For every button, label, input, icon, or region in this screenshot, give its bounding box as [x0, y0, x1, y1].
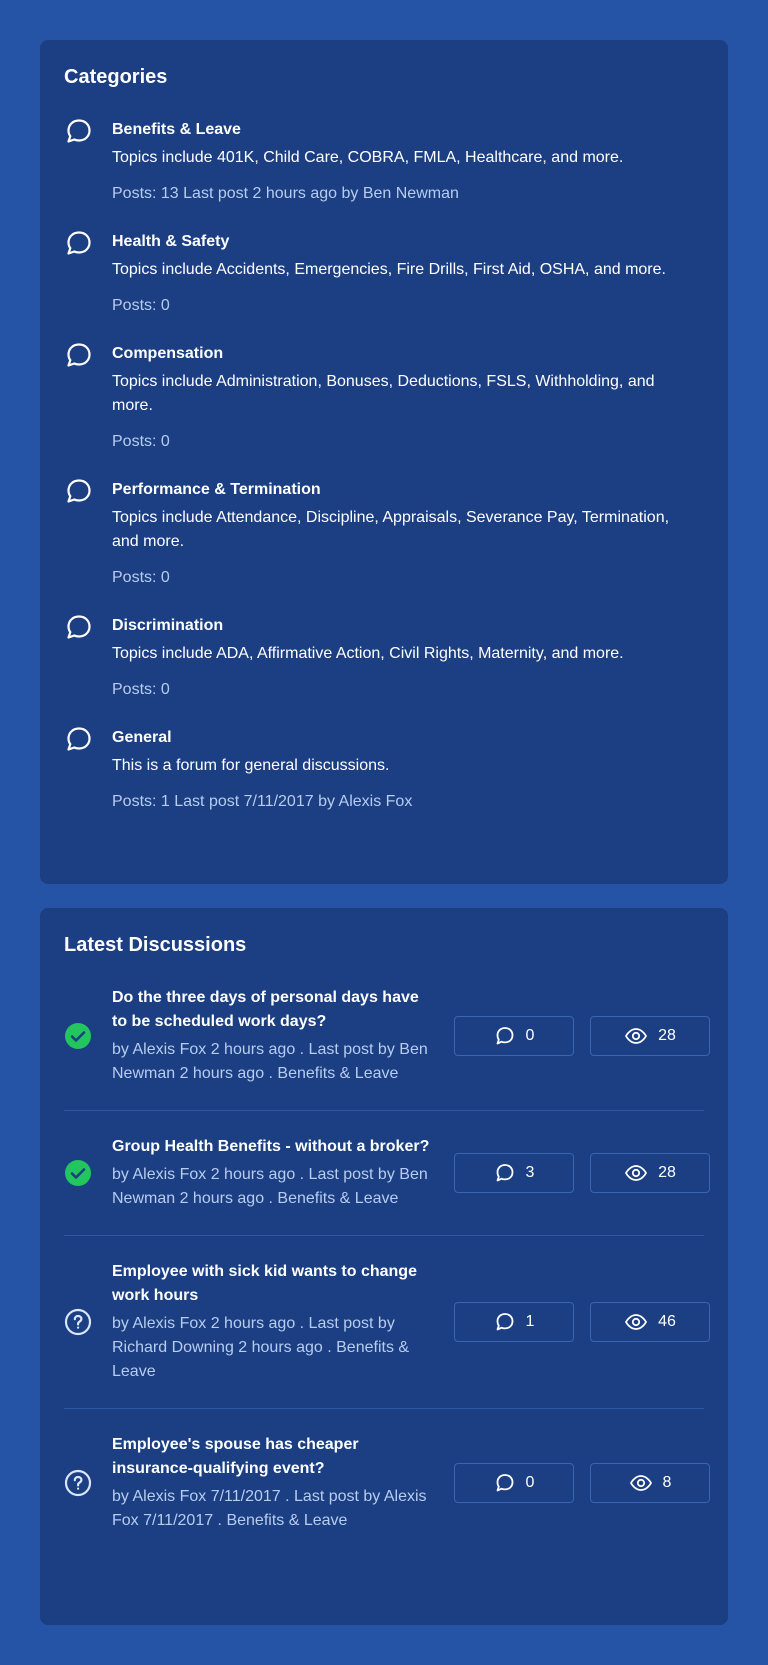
comment-icon — [496, 1313, 513, 1331]
category-list: Benefits & Leave Topics include 401K, Ch… — [64, 118, 704, 814]
category-name[interactable]: Health & Safety — [112, 230, 704, 254]
question-circle-icon — [64, 1308, 92, 1336]
category-description: Topics include 401K, Child Care, COBRA, … — [112, 149, 624, 166]
eye-icon — [629, 1475, 652, 1491]
category-meta: Posts: 0 — [112, 681, 170, 698]
categories-panel: Categories Benefits & Leave Topics inclu… — [40, 40, 728, 884]
category-description: This is a forum for general discussions. — [112, 757, 390, 774]
latest-discussions-panel: Latest Discussions Do the three days of … — [40, 908, 728, 1625]
chat-bubble-icon — [67, 231, 91, 255]
category-item-performance-termination[interactable]: Performance & Termination Topics include… — [64, 478, 704, 590]
comments-count: 3 — [525, 1164, 535, 1181]
comments-count-button[interactable]: 0 — [454, 1016, 574, 1056]
views-count-button[interactable]: 28 — [590, 1153, 710, 1193]
views-count: 28 — [658, 1027, 676, 1044]
views-count: 46 — [658, 1313, 676, 1330]
category-item-benefits-leave[interactable]: Benefits & Leave Topics include 401K, Ch… — [64, 118, 704, 206]
category-name[interactable]: Performance & Termination — [112, 478, 704, 502]
eye-icon — [625, 1028, 648, 1044]
discussion-title[interactable]: Do the three days of personal days have … — [112, 986, 432, 1034]
categories-title: Categories — [64, 66, 168, 88]
category-meta: Posts: 1 Last post 7/11/2017 by Alexis F… — [112, 793, 413, 810]
discussion-meta: by Alexis Fox 7/11/2017 . Last post by A… — [112, 1488, 427, 1529]
eye-icon — [625, 1314, 648, 1330]
chat-bubble-icon — [67, 119, 91, 143]
comment-icon — [496, 1027, 513, 1045]
chat-bubble-icon — [67, 615, 91, 639]
discussion-item[interactable]: Employee's spouse has cheaper insurance-… — [64, 1433, 710, 1557]
category-meta: Posts: 0 — [112, 297, 170, 314]
category-meta: Posts: 0 — [112, 569, 170, 586]
comments-count: 0 — [525, 1474, 535, 1491]
category-meta: Posts: 13 Last post 2 hours ago by Ben N… — [112, 185, 459, 202]
discussion-meta: by Alexis Fox 2 hours ago . Last post by… — [112, 1041, 428, 1082]
comments-count: 0 — [525, 1027, 535, 1044]
category-item-discrimination[interactable]: Discrimination Topics include ADA, Affir… — [64, 614, 704, 702]
eye-icon — [625, 1165, 648, 1181]
chat-bubble-icon — [67, 479, 91, 503]
views-count-button[interactable]: 46 — [590, 1302, 710, 1342]
views-count-button[interactable]: 8 — [590, 1463, 710, 1503]
check-circle-icon — [65, 1160, 91, 1186]
category-description: Topics include ADA, Affirmative Action, … — [112, 645, 624, 662]
discussion-item[interactable]: Group Health Benefits - without a broker… — [64, 1135, 710, 1236]
discussion-item[interactable]: Do the three days of personal days have … — [64, 986, 710, 1111]
category-item-general[interactable]: General This is a forum for general disc… — [64, 726, 704, 814]
chat-bubble-icon — [67, 343, 91, 367]
discussion-list: Do the three days of personal days have … — [64, 986, 710, 1557]
category-name[interactable]: Benefits & Leave — [112, 118, 704, 142]
category-name[interactable]: Compensation — [112, 342, 704, 366]
views-count: 28 — [658, 1164, 676, 1181]
check-circle-icon — [65, 1023, 91, 1049]
category-description: Topics include Attendance, Discipline, A… — [112, 509, 670, 550]
comments-count-button[interactable]: 1 — [454, 1302, 574, 1342]
comments-count: 1 — [525, 1313, 535, 1330]
category-name[interactable]: Discrimination — [112, 614, 704, 638]
discussions-title: Latest Discussions — [64, 934, 247, 956]
chat-bubble-icon — [67, 727, 91, 751]
category-name[interactable]: General — [112, 726, 704, 750]
comments-count-button[interactable]: 3 — [454, 1153, 574, 1193]
views-count-button[interactable]: 28 — [590, 1016, 710, 1056]
discussion-meta: by Alexis Fox 2 hours ago . Last post by… — [112, 1315, 410, 1380]
discussion-item[interactable]: Employee with sick kid wants to change w… — [64, 1260, 710, 1409]
discussion-title[interactable]: Employee's spouse has cheaper insurance-… — [112, 1433, 432, 1481]
category-meta: Posts: 0 — [112, 433, 170, 450]
discussion-title[interactable]: Group Health Benefits - without a broker… — [112, 1135, 432, 1159]
comment-icon — [496, 1164, 513, 1182]
comments-count-button[interactable]: 0 — [454, 1463, 574, 1503]
category-description: Topics include Accidents, Emergencies, F… — [112, 261, 666, 278]
discussion-meta: by Alexis Fox 2 hours ago . Last post by… — [112, 1166, 428, 1207]
category-item-health-safety[interactable]: Health & Safety Topics include Accidents… — [64, 230, 704, 318]
question-circle-icon — [64, 1469, 92, 1497]
views-count: 8 — [662, 1474, 672, 1491]
category-item-compensation[interactable]: Compensation Topics include Administrati… — [64, 342, 704, 454]
discussion-title[interactable]: Employee with sick kid wants to change w… — [112, 1260, 432, 1308]
comment-icon — [496, 1474, 513, 1492]
category-description: Topics include Administration, Bonuses, … — [112, 373, 655, 414]
